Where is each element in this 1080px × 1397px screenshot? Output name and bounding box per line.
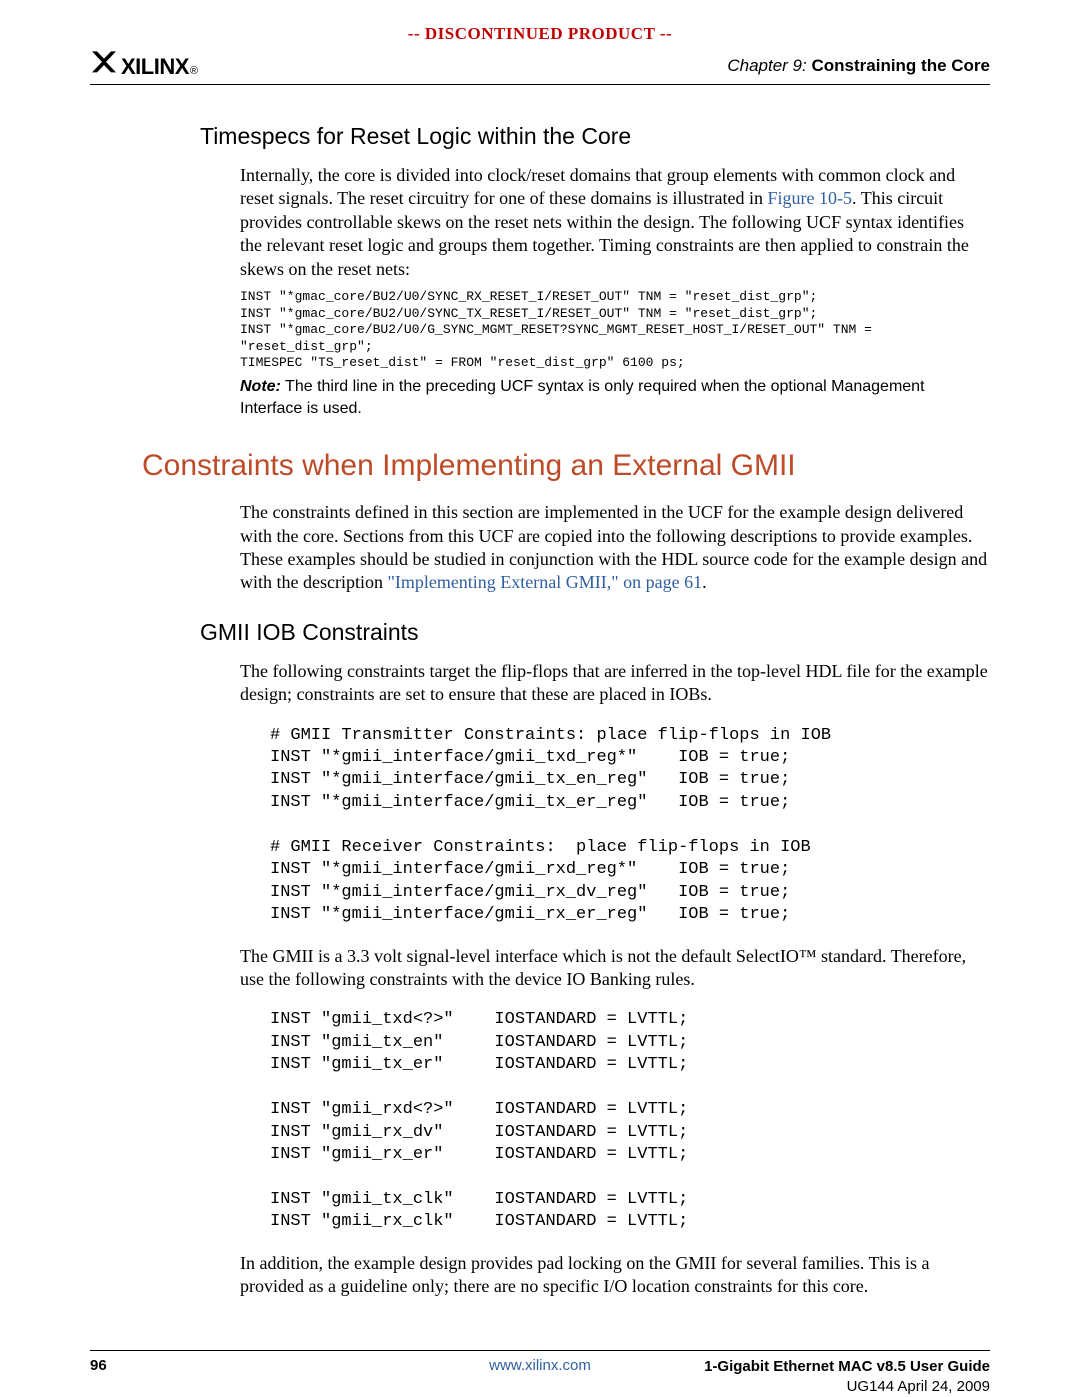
code-block-iob-constraints: # GMII Transmitter Constraints: place fl… bbox=[270, 725, 990, 927]
figure-crossref-link[interactable]: Figure 10-5 bbox=[768, 188, 853, 208]
footer-subtitle: UG144 April 24, 2009 bbox=[847, 1378, 990, 1395]
section-title-timespecs: Timespecs for Reset Logic within the Cor… bbox=[200, 123, 990, 150]
page: -- DISCONTINUED PRODUCT -- XILINX ® Chap… bbox=[0, 0, 1080, 1397]
xilinx-logo: XILINX ® bbox=[90, 50, 198, 81]
footer-title: 1-Gigabit Ethernet MAC v8.5 User Guide bbox=[704, 1358, 990, 1375]
footer-right: 1-Gigabit Ethernet MAC v8.5 User Guide U… bbox=[704, 1357, 990, 1396]
chapter-title: Constraining the Core bbox=[811, 56, 990, 75]
page-number: 96 bbox=[90, 1357, 107, 1374]
paragraph: The GMII is a 3.3 volt signal-level inte… bbox=[240, 945, 990, 992]
note: Note: The third line in the preceding UC… bbox=[240, 376, 990, 419]
code-block-reset-ucf: INST "*gmac_core/BU2/U0/SYNC_RX_RESET_I/… bbox=[240, 289, 990, 372]
note-lead: Note: bbox=[240, 378, 281, 395]
page-footer: 96 www.xilinx.com 1-Gigabit Ethernet MAC… bbox=[90, 1350, 990, 1357]
section-title-external-gmii: Constraints when Implementing an Externa… bbox=[142, 449, 990, 483]
logo-text: XILINX bbox=[121, 54, 189, 80]
footer-link[interactable]: www.xilinx.com bbox=[489, 1357, 591, 1374]
paragraph: The constraints defined in this section … bbox=[240, 501, 990, 595]
logo-registered: ® bbox=[190, 65, 198, 77]
paragraph: In addition, the example design provides… bbox=[240, 1252, 990, 1299]
crossref-link[interactable]: "Implementing External GMII," on page 61 bbox=[387, 572, 702, 592]
discontinued-banner: -- DISCONTINUED PRODUCT -- bbox=[90, 24, 990, 44]
chapter-heading: Chapter 9: Constraining the Core bbox=[727, 56, 990, 76]
code-block-iostandard: INST "gmii_txd<?>" IOSTANDARD = LVTTL; I… bbox=[270, 1009, 990, 1233]
note-body: The third line in the preceding UCF synt… bbox=[240, 378, 925, 417]
text: . bbox=[702, 572, 707, 592]
logo-mark-icon bbox=[90, 49, 118, 82]
paragraph: The following constraints target the fli… bbox=[240, 660, 990, 707]
content-area: Timespecs for Reset Logic within the Cor… bbox=[90, 123, 990, 1298]
section-title-gmii-iob: GMII IOB Constraints bbox=[200, 619, 990, 646]
paragraph: Internally, the core is divided into clo… bbox=[240, 164, 990, 281]
chapter-label: Chapter 9: bbox=[727, 56, 806, 75]
page-header: XILINX ® Chapter 9: Constraining the Cor… bbox=[90, 56, 990, 85]
